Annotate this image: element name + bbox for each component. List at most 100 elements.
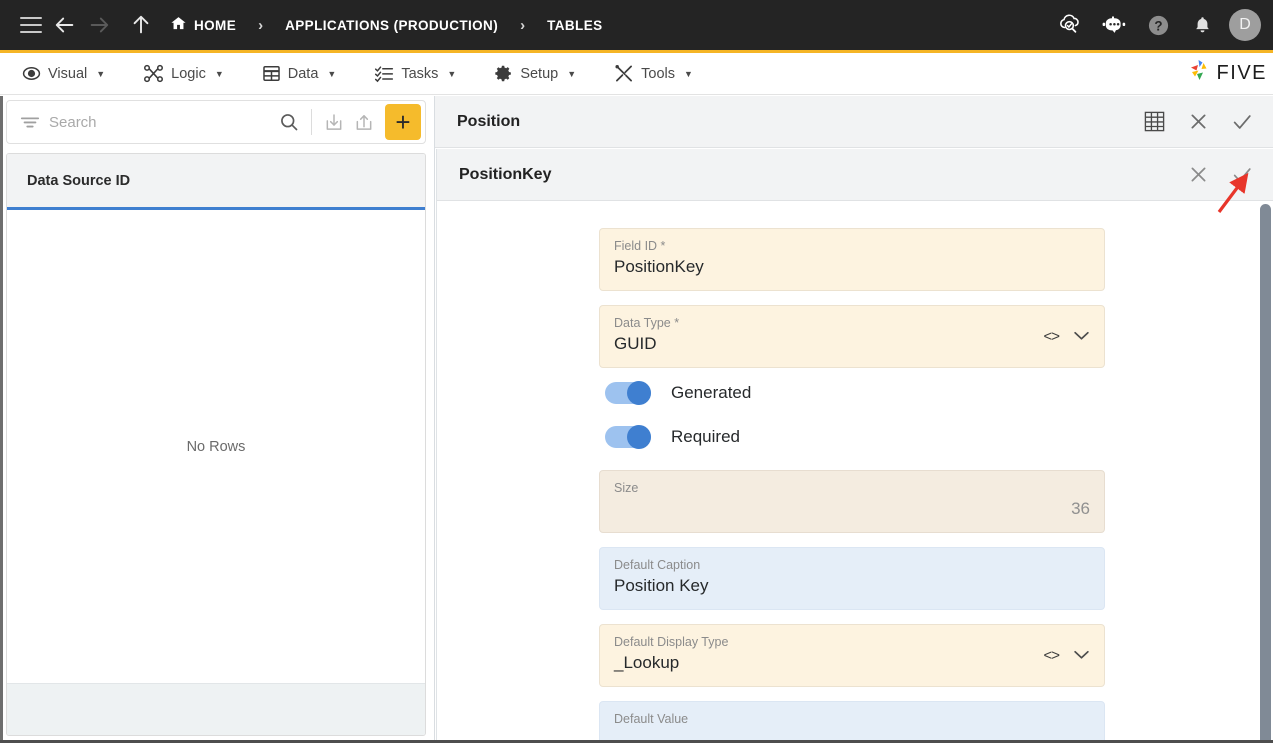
menu-label: Tasks <box>401 66 438 82</box>
toggle-switch[interactable] <box>605 382 651 404</box>
chevron-down-icon[interactable] <box>1073 647 1090 665</box>
cloud-search-icon[interactable] <box>1053 8 1087 42</box>
menu-label: Setup <box>520 66 558 82</box>
field-editor-title: PositionKey <box>459 166 551 184</box>
close-icon[interactable] <box>1181 105 1215 139</box>
field-label: Field ID * <box>614 238 1090 254</box>
chevron-down-icon: ▼ <box>215 69 224 79</box>
logic-nodes-icon <box>143 64 164 83</box>
module-menu-bar: Visual ▼ Logic ▼ Data ▼ <box>0 53 1273 95</box>
code-editor-icon[interactable]: <> <box>1043 328 1059 345</box>
grid-view-icon[interactable] <box>1137 105 1171 139</box>
generated-toggle[interactable]: Generated <box>605 382 1273 404</box>
form-scrollbar-thumb[interactable] <box>1260 204 1271 743</box>
chevron-down-icon: ▼ <box>447 69 456 79</box>
field-editor-card: PositionKey Field ID * <box>436 149 1273 743</box>
five-logo: FIVE <box>1186 58 1267 89</box>
menu-label: Visual <box>48 66 87 82</box>
chevron-down-icon[interactable] <box>1073 328 1090 346</box>
back-arrow-icon[interactable] <box>48 8 82 42</box>
menu-item-data[interactable]: Data ▼ <box>254 64 349 83</box>
user-avatar[interactable]: D <box>1229 9 1261 41</box>
record-panel-actions <box>1137 105 1259 139</box>
toggle-label: Required <box>671 427 740 447</box>
data-grid: Data Source ID No Rows <box>6 153 426 736</box>
field-label: Size <box>614 480 1090 496</box>
field-editor-actions <box>1181 158 1259 192</box>
save-icon[interactable] <box>1225 105 1259 139</box>
five-mark-icon <box>1186 58 1212 89</box>
breadcrumb-separator: › <box>504 17 541 34</box>
sidebar-panel: + Data Source ID No Rows <box>6 100 426 736</box>
svg-text:?: ? <box>1154 18 1162 33</box>
forward-arrow-icon <box>82 8 116 42</box>
data-type-select[interactable]: Data Type * GUID <> <box>599 305 1105 368</box>
notifications-bell-icon[interactable] <box>1185 8 1219 42</box>
window-left-edge <box>0 96 3 743</box>
chevron-down-icon: ▼ <box>567 69 576 79</box>
search-icon[interactable] <box>274 107 304 137</box>
field-value: Position Key <box>614 573 1090 599</box>
eye-icon <box>22 64 41 83</box>
field-id-input[interactable]: Field ID * PositionKey <box>599 228 1105 291</box>
sidebar-toolbar: + <box>6 100 426 144</box>
topbar-actions: ? D <box>1053 8 1261 42</box>
field-label: Default Caption <box>614 557 1090 573</box>
help-icon[interactable]: ? <box>1141 8 1175 42</box>
field-value: PositionKey <box>614 254 1090 280</box>
menu-item-tools[interactable]: Tools ▼ <box>606 64 705 83</box>
field-editor-header: PositionKey <box>437 149 1273 201</box>
toggle-label: Generated <box>671 383 751 403</box>
home-icon <box>170 15 187 35</box>
menu-label: Logic <box>171 66 206 82</box>
menu-item-visual[interactable]: Visual ▼ <box>14 64 117 83</box>
breadcrumb: HOME › APPLICATIONS (PRODUCTION) › TABLE… <box>164 15 609 35</box>
toggle-switch[interactable] <box>605 426 651 448</box>
table-grid-icon <box>262 64 281 83</box>
chatbot-icon[interactable] <box>1097 8 1131 42</box>
breadcrumb-item-home[interactable]: HOME <box>164 15 242 35</box>
application-window: HOME › APPLICATIONS (PRODUCTION) › TABLE… <box>0 0 1273 743</box>
record-panel: Position <box>434 96 1273 743</box>
field-label: Default Value <box>614 711 1090 727</box>
default-display-type-select[interactable]: Default Display Type _Lookup <> <box>599 624 1105 687</box>
default-caption-input[interactable]: Default Caption Position Key <box>599 547 1105 610</box>
field-value: _Lookup <box>614 650 1090 676</box>
field-value: GUID <box>614 331 1090 357</box>
import-icon[interactable] <box>319 107 349 137</box>
grid-footer <box>7 683 425 735</box>
breadcrumb-separator: › <box>242 17 279 34</box>
checklist-icon <box>374 64 394 83</box>
grid-empty-message: No Rows <box>187 439 246 455</box>
required-toggle[interactable]: Required <box>605 426 1273 448</box>
default-value-input[interactable]: Default Value <box>599 701 1105 742</box>
record-panel-title: Position <box>457 113 520 131</box>
close-icon[interactable] <box>1181 158 1215 192</box>
search-input[interactable] <box>43 114 274 131</box>
export-icon[interactable] <box>349 107 379 137</box>
code-editor-icon[interactable]: <> <box>1043 647 1059 664</box>
menu-item-setup[interactable]: Setup ▼ <box>486 64 588 83</box>
grid-column-header-data-source-id[interactable]: Data Source ID <box>27 173 130 189</box>
size-input: Size 36 <box>599 470 1105 533</box>
hamburger-menu-icon[interactable] <box>14 8 48 42</box>
field-editor-form: Field ID * PositionKey Data Type * GUID … <box>437 202 1273 742</box>
grid-header-row: Data Source ID <box>7 154 425 210</box>
breadcrumb-item-tables[interactable]: TABLES <box>541 18 608 33</box>
add-record-button[interactable]: + <box>385 104 421 140</box>
filter-icon[interactable] <box>17 114 43 130</box>
field-value: 36 <box>614 496 1090 522</box>
record-panel-header: Position <box>435 96 1273 148</box>
breadcrumb-item-applications[interactable]: APPLICATIONS (PRODUCTION) <box>279 18 504 33</box>
menu-item-logic[interactable]: Logic ▼ <box>135 64 236 83</box>
menu-label: Data <box>288 66 319 82</box>
up-arrow-icon[interactable] <box>124 8 158 42</box>
save-icon[interactable] <box>1225 158 1259 192</box>
chevron-down-icon: ▼ <box>327 69 336 79</box>
top-navigation-bar: HOME › APPLICATIONS (PRODUCTION) › TABLE… <box>0 0 1273 50</box>
menu-item-tasks[interactable]: Tasks ▼ <box>366 64 468 83</box>
field-label: Data Type * <box>614 315 1090 331</box>
chevron-down-icon: ▼ <box>96 69 105 79</box>
form-scrollbar[interactable] <box>1259 204 1272 743</box>
grid-body: No Rows <box>7 210 425 683</box>
